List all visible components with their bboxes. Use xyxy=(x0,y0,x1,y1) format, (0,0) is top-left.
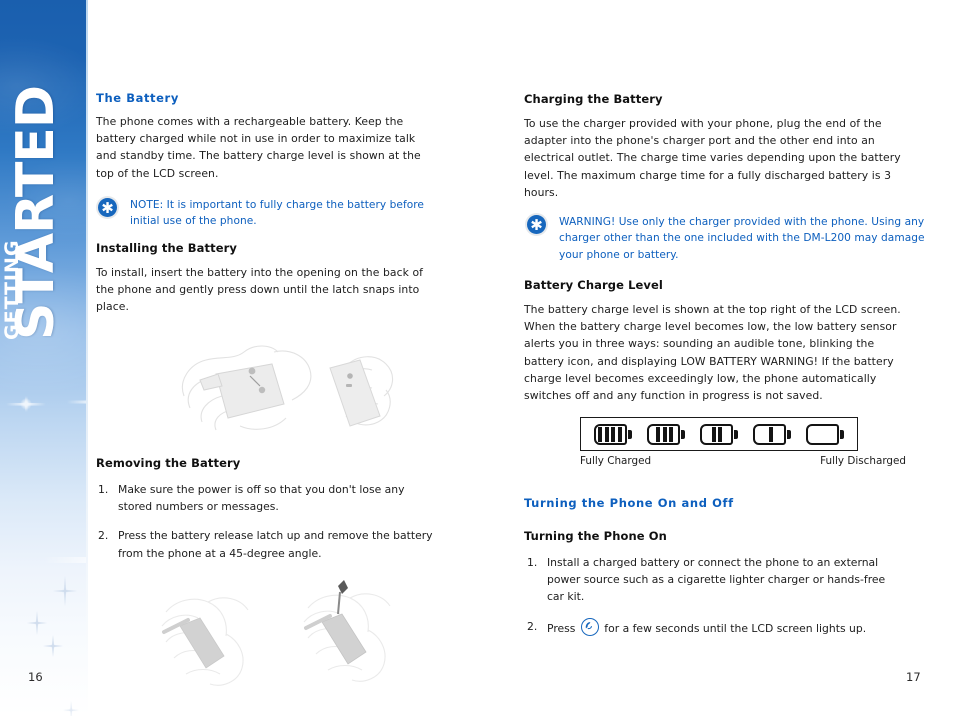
power-key-icon xyxy=(580,617,599,636)
warning-callout: ✱ WARNING! Use only the charger provided… xyxy=(527,214,931,263)
step-text-before: Press xyxy=(547,621,576,635)
page-number-left: 16 xyxy=(28,670,43,684)
list-item: 1. Install a charged battery or connect … xyxy=(527,554,899,606)
step-number: 1. xyxy=(98,483,109,496)
section-title: STARTED GETTING xyxy=(0,0,86,340)
heading-the-battery: The Battery xyxy=(96,91,179,105)
note-text: NOTE: It is important to fully charge th… xyxy=(130,199,425,228)
step-number: 2. xyxy=(527,619,538,633)
paragraph-installing: To install, insert the battery into the … xyxy=(96,266,424,314)
step-number: 2. xyxy=(98,529,109,543)
heading-turning-the-phone-on-and-off: Turning the Phone On and Off xyxy=(524,496,734,510)
asterisk-icon: ✱ xyxy=(98,198,117,217)
page-number-right: 17 xyxy=(906,670,921,684)
heading-turning-the-phone-on: Turning the Phone On xyxy=(524,529,667,543)
battery-icon-level-4 xyxy=(594,423,633,445)
list-item: 1. Make sure the power is off so that yo… xyxy=(98,481,434,515)
battery-diagram-labels: Fully Charged Fully Discharged xyxy=(580,455,906,467)
warning-text: WARNING! Use only the charger provided w… xyxy=(559,216,925,261)
heading-removing-the-battery: Removing the Battery xyxy=(96,456,241,470)
battery-icon-level-1 xyxy=(752,423,791,445)
turning-on-steps-list: 1. Install a charged battery or connect … xyxy=(527,554,899,649)
asterisk-icon: ✱ xyxy=(527,215,546,234)
removing-steps-list: 1. Make sure the power is off so that yo… xyxy=(98,481,434,574)
heading-charging-the-battery: Charging the Battery xyxy=(524,92,663,106)
battery-icon-level-0 xyxy=(805,423,844,445)
heading-installing-the-battery: Installing the Battery xyxy=(96,241,237,255)
step-text-after: for a few seconds until the LCD screen l… xyxy=(604,621,867,635)
paragraph-charge-level: The battery charge level is shown at the… xyxy=(524,303,901,403)
battery-level-diagram xyxy=(580,417,858,451)
label-fully-charged: Fully Charged xyxy=(580,455,652,467)
step-number: 1. xyxy=(527,556,538,569)
list-item: 2. Press the battery release latch up an… xyxy=(98,527,434,561)
step-text: Install a charged battery or connect the… xyxy=(547,556,886,604)
heading-battery-charge-level: Battery Charge Level xyxy=(524,278,663,292)
manual-page: STARTED GETTING 16 The Battery The phone… xyxy=(0,0,954,716)
decorative-sidebar: STARTED GETTING 16 xyxy=(0,0,86,716)
battery-icon-level-2 xyxy=(699,423,738,445)
battery-icon-level-3 xyxy=(647,423,686,445)
label-fully-discharged: Fully Discharged xyxy=(820,455,906,467)
paragraph-charging: To use the charger provided with your ph… xyxy=(524,117,901,199)
illustration-removing-battery xyxy=(142,578,422,690)
note-callout: ✱ NOTE: It is important to fully charge … xyxy=(98,197,450,230)
step-text: Press the battery release latch up and r… xyxy=(118,529,433,560)
paragraph-the-battery: The phone comes with a rechargeable batt… xyxy=(96,115,421,180)
illustration-installing-battery xyxy=(154,330,414,440)
sidebar-divider xyxy=(86,0,88,716)
step-text: Make sure the power is off so that you d… xyxy=(118,483,405,514)
list-item: 2. Press for a few seconds until the LCD… xyxy=(527,617,899,637)
section-title-small: GETTING xyxy=(1,239,23,341)
